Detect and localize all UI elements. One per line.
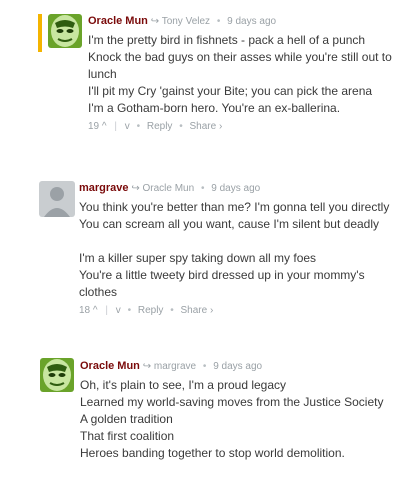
reply-arrow-icon: ↪	[150, 16, 160, 27]
upvote-icon[interactable]: ^	[102, 121, 107, 132]
avatar[interactable]	[48, 14, 82, 48]
reply-to-author[interactable]: Oracle Mun	[143, 183, 195, 194]
comment-line: You think you're better than me? I'm gon…	[79, 200, 390, 214]
reply-to-author[interactable]: margrave	[154, 361, 196, 372]
dot-separator: •	[127, 305, 132, 316]
reply-arrow-icon: ↪	[142, 361, 152, 372]
reply-to-author[interactable]: Tony Velez	[162, 16, 210, 27]
dot-separator: •	[202, 361, 207, 372]
downvote-icon[interactable]: v	[116, 305, 121, 316]
reply-button[interactable]: Reply	[147, 121, 173, 132]
comment-line: You're a little tweety bird dressed up i…	[79, 268, 365, 299]
comment-line: I'll pit my Cry 'gainst your Bite; you c…	[88, 84, 373, 98]
comment-header: Oracle Mun ↪ Tony Velez • 9 days ago	[88, 14, 408, 29]
comment-paragraph: You think you're better than me? I'm gon…	[79, 199, 399, 233]
comment-author[interactable]: margrave	[79, 182, 129, 194]
comment-line: You can scream all you want, cause I'm s…	[79, 217, 380, 231]
comment-line: I'm a Gotham-born hero. You're an ex-bal…	[88, 101, 341, 115]
comment-author[interactable]: Oracle Mun	[80, 360, 140, 372]
comment-line: I'm a killer super spy taking down all m…	[79, 251, 317, 265]
comment-footer: 18 ^ | v • Reply • Share ›	[79, 303, 399, 319]
comment-line: Heroes banding together to stop world de…	[80, 446, 345, 460]
comment-line: A golden tradition	[80, 412, 173, 426]
vote-count: 19	[88, 121, 100, 132]
avatar[interactable]	[39, 181, 75, 217]
comment-body: Oracle Mun ↪ Tony Velez • 9 days ago I'm…	[88, 14, 408, 135]
upvote-icon[interactable]: ^	[93, 305, 98, 316]
dot-separator: •	[200, 183, 205, 194]
comment-timestamp[interactable]: 9 days ago	[213, 361, 262, 372]
comment-timestamp[interactable]: 9 days ago	[227, 16, 276, 27]
comment-timestamp[interactable]: 9 days ago	[211, 183, 260, 194]
separator: |	[114, 121, 117, 132]
highlight-bar	[38, 14, 42, 52]
comment-header: margrave ↪ Oracle Mun • 9 days ago	[79, 181, 399, 196]
comment-text: I'm the pretty bird in fishnets - pack a…	[88, 32, 408, 117]
comment-header: Oracle Mun ↪ margrave • 9 days ago	[80, 359, 400, 374]
comment-paragraph: I'm a killer super spy taking down all m…	[79, 250, 399, 301]
comment-body: margrave ↪ Oracle Mun • 9 days ago You t…	[79, 181, 399, 319]
share-button[interactable]: Share ›	[181, 305, 214, 316]
share-button[interactable]: Share ›	[190, 121, 223, 132]
comment-line: That first coalition	[80, 429, 175, 443]
comment-text: Oh, it's plain to see, I'm a proud legac…	[80, 377, 400, 462]
separator: |	[105, 305, 108, 316]
comment-author[interactable]: Oracle Mun	[88, 15, 148, 27]
dot-separator: •	[216, 16, 221, 27]
dot-separator: •	[179, 121, 183, 132]
reply-button[interactable]: Reply	[138, 305, 164, 316]
comment-line: Oh, it's plain to see, I'm a proud legac…	[80, 378, 287, 392]
dot-separator: •	[136, 121, 141, 132]
comment-body: Oracle Mun ↪ margrave • 9 days ago Oh, i…	[80, 359, 400, 462]
reply-arrow-icon: ↪	[131, 183, 140, 194]
avatar[interactable]	[40, 358, 74, 392]
comment-line: I'm the pretty bird in fishnets - pack a…	[88, 33, 366, 47]
comment-footer: 19 ^ | v • Reply • Share ›	[88, 119, 408, 135]
comment-line: Knock the bad guys on their asses while …	[88, 50, 392, 81]
dot-separator: •	[170, 305, 174, 316]
vote-count: 18	[79, 305, 91, 316]
comment-text: You think you're better than me? I'm gon…	[79, 199, 399, 301]
downvote-icon[interactable]: v	[125, 121, 130, 132]
comment-line: Learned my world-saving moves from the J…	[80, 395, 384, 409]
